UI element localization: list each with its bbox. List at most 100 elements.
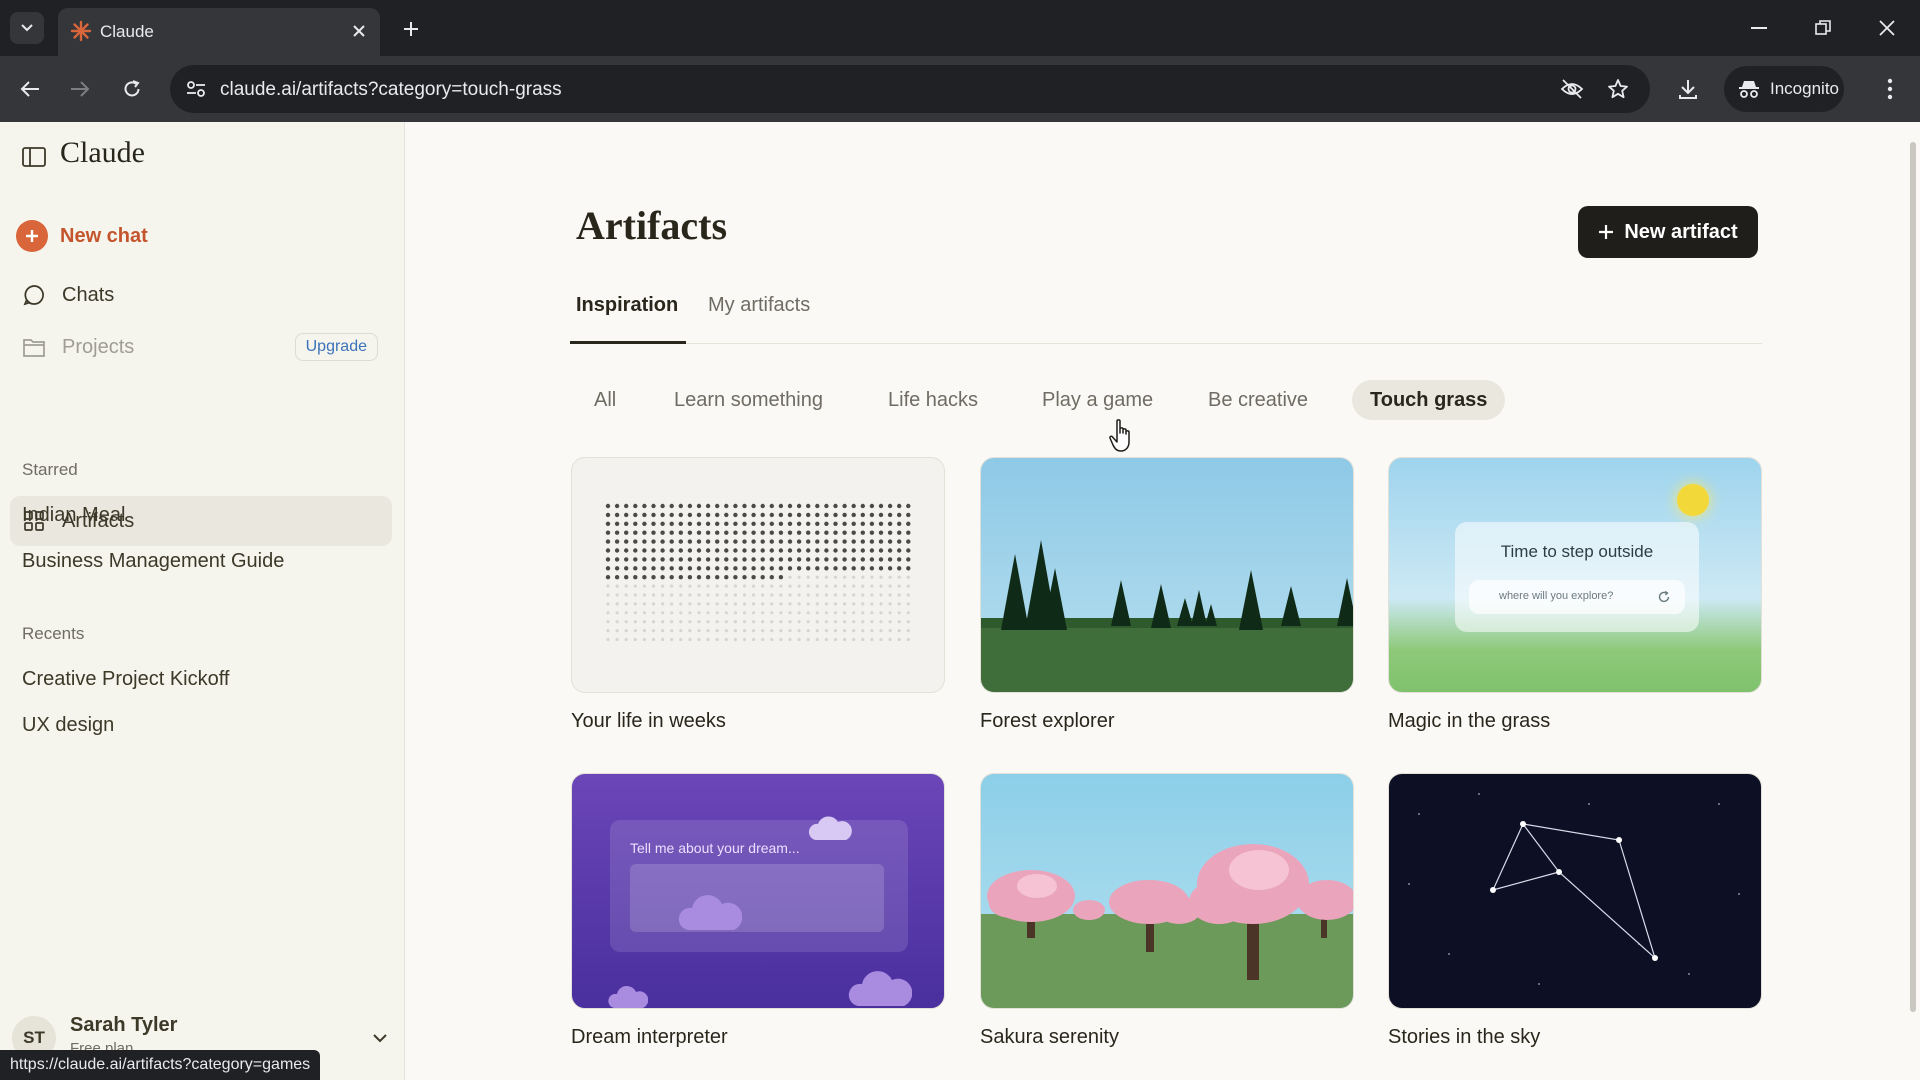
link-preview-status: https://claude.ai/artifacts?category=gam… <box>0 1050 321 1080</box>
preview-textarea <box>630 864 884 932</box>
artifact-card-title[interactable]: Forest explorer <box>980 710 1115 733</box>
recents-heading: Recents <box>22 624 85 643</box>
cloud-icon <box>678 895 742 930</box>
cloud-icon <box>848 971 912 1006</box>
sidebar-item-projects[interactable]: Projects Upgrade <box>10 322 392 372</box>
hand-cursor-icon <box>1109 419 1130 452</box>
starred-heading: Starred <box>22 460 78 479</box>
artifact-card-stories-in-the-sky[interactable] <box>1388 773 1762 1009</box>
page-scrollbar[interactable] <box>1906 122 1920 1080</box>
sakura-scene-preview <box>981 774 1353 1008</box>
artifact-card-title[interactable]: Stories in the sky <box>1388 1026 1540 1049</box>
constellation-preview <box>1408 793 1740 985</box>
starred-item[interactable]: Business Management Guide <box>22 550 284 573</box>
artifact-card-dream-interpreter[interactable]: Tell me about your dream... <box>571 773 945 1009</box>
artifact-tabs: Inspiration My artifacts <box>570 280 1762 344</box>
cloud-icon <box>808 816 852 840</box>
tab-inspiration[interactable]: Inspiration <box>576 294 678 317</box>
new-tab-button[interactable] <box>396 14 426 44</box>
new-artifact-label: New artifact <box>1624 220 1738 243</box>
restore-button[interactable] <box>1806 12 1840 44</box>
back-button[interactable] <box>14 73 46 105</box>
refresh-icon <box>1658 590 1670 603</box>
plus-icon <box>404 22 418 36</box>
more-vertical-icon <box>1887 78 1893 100</box>
tab-my-artifacts[interactable]: My artifacts <box>708 294 810 317</box>
new-chat-label: New chat <box>60 224 148 247</box>
category-chip-life-hacks[interactable]: Life hacks <box>870 380 996 420</box>
close-window-button[interactable] <box>1870 12 1904 44</box>
preview-input-placeholder: where will you explore? <box>1499 590 1614 602</box>
artifact-card-magic-in-the-grass[interactable]: Time to step outside where will you expl… <box>1388 457 1762 693</box>
arrow-left-icon <box>20 81 39 97</box>
tab-search-button[interactable] <box>10 12 44 44</box>
sidebar-item-chats[interactable]: Chats <box>10 270 392 320</box>
preview-heading: Tell me about your dream... <box>630 840 800 856</box>
category-chip-learn-something[interactable]: Learn something <box>656 380 841 420</box>
sidebar-toggle-button[interactable] <box>20 144 48 170</box>
restore-icon <box>1815 20 1831 35</box>
forward-button[interactable] <box>64 73 96 105</box>
browser-tab[interactable]: Claude <box>58 8 380 56</box>
eye-off-icon[interactable] <box>1556 73 1588 105</box>
user-name: Sarah Tyler <box>70 1014 178 1036</box>
brand-logo[interactable]: Claude <box>60 136 145 170</box>
browser-menu-button[interactable] <box>1874 73 1906 105</box>
category-chip-play-a-game[interactable]: Play a game <box>1024 380 1171 420</box>
arrow-right-icon <box>71 81 90 97</box>
cloud-icon <box>608 985 648 1008</box>
claude-logo-icon <box>70 20 92 42</box>
category-chip-all[interactable]: All <box>576 380 634 420</box>
artifact-card-title[interactable]: Magic in the grass <box>1388 710 1550 733</box>
tab-title: Claude <box>100 22 154 41</box>
address-bar[interactable]: claude.ai/artifacts?category=touch-grass <box>170 65 1650 113</box>
preview-heading: Time to step outside <box>1500 542 1654 561</box>
reload-icon <box>124 80 140 97</box>
sidebar-item-label: Projects <box>62 335 135 358</box>
sidebar-icon <box>22 147 46 167</box>
sun-icon <box>1677 484 1709 516</box>
recent-item[interactable]: Creative Project Kickoff <box>22 668 230 691</box>
artifact-card-life-in-weeks[interactable] <box>571 457 945 693</box>
sidebar-item-label: Chats <box>62 283 115 306</box>
close-tab-icon[interactable] <box>348 20 370 42</box>
starred-item[interactable]: Indian Meal <box>22 504 125 527</box>
bookmark-star-icon[interactable] <box>1602 73 1634 105</box>
close-icon <box>1879 20 1895 36</box>
category-chip-be-creative[interactable]: Be creative <box>1190 380 1326 420</box>
artifact-card-title[interactable]: Sakura serenity <box>980 1026 1119 1049</box>
artifact-card-title[interactable]: Your life in weeks <box>571 710 726 733</box>
new-chat-button[interactable]: New chat <box>16 220 148 252</box>
preview-panel: Time to step outside where will you expl… <box>1455 522 1699 632</box>
downloads-button[interactable] <box>1672 73 1704 105</box>
url-text[interactable]: claude.ai/artifacts?category=touch-grass <box>220 79 562 101</box>
minimize-button[interactable] <box>1742 12 1776 44</box>
chevron-down-icon <box>21 24 33 32</box>
artifact-card-title[interactable]: Dream interpreter <box>571 1026 728 1049</box>
browser-toolbar: claude.ai/artifacts?category=touch-grass… <box>0 56 1920 122</box>
minimize-icon <box>1751 27 1767 29</box>
artifact-card-sakura-serenity[interactable] <box>980 773 1354 1009</box>
folder-icon <box>23 339 45 357</box>
preview-input: where will you explore? <box>1469 580 1685 614</box>
category-chip-touch-grass[interactable]: Touch grass <box>1352 380 1506 420</box>
incognito-icon <box>1739 81 1759 98</box>
chat-bubble-icon <box>23 285 44 306</box>
site-info-icon[interactable] <box>180 73 212 105</box>
preview-panel: Tell me about your dream... <box>610 820 908 952</box>
plus-circle-icon <box>16 220 48 252</box>
artifact-card-forest-explorer[interactable] <box>980 457 1354 693</box>
recent-item[interactable]: UX design <box>22 714 114 737</box>
page-title: Artifacts <box>576 203 728 248</box>
plus-icon <box>1599 225 1614 239</box>
weeks-grid-preview <box>605 503 911 642</box>
reload-button[interactable] <box>116 73 148 105</box>
upgrade-button[interactable]: Upgrade <box>294 333 378 361</box>
incognito-indicator[interactable]: Incognito <box>1724 66 1844 112</box>
forest-scene-preview <box>981 458 1353 692</box>
sidebar: Claude New chat Chats Projects Upgrade A… <box>0 122 405 1080</box>
new-artifact-button[interactable]: New artifact <box>1578 206 1758 258</box>
download-icon <box>1679 80 1697 99</box>
scrollbar-thumb[interactable] <box>1910 142 1916 1012</box>
incognito-label: Incognito <box>1770 79 1839 98</box>
